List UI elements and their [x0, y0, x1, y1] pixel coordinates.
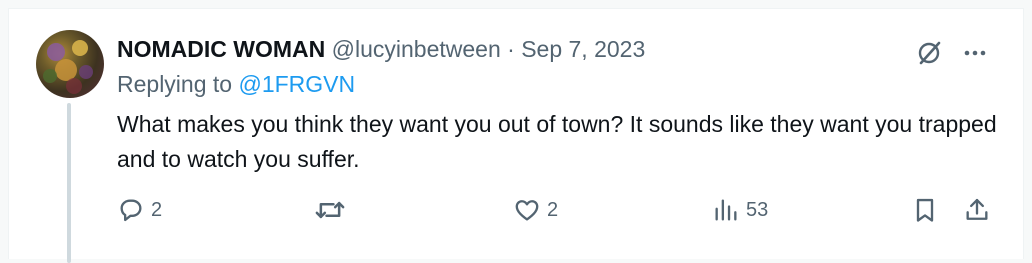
action-bar: 2 2 53: [9, 195, 1023, 225]
reply-count: 2: [151, 198, 163, 221]
separator-dot: ·: [507, 36, 515, 62]
tweet-card[interactable]: NOMADIC WOMAN @lucyinbetween · Sep 7, 20…: [8, 8, 1024, 263]
retweet-button[interactable]: [314, 195, 352, 225]
tweet-header: NOMADIC WOMAN @lucyinbetween · Sep 7, 20…: [117, 35, 645, 63]
display-name[interactable]: NOMADIC WOMAN: [117, 36, 325, 62]
replying-to-prefix: Replying to: [117, 71, 233, 97]
thread-line: [67, 103, 71, 263]
bookmark-button[interactable]: [911, 195, 939, 225]
reply-button[interactable]: 2: [117, 195, 162, 225]
tweet-date[interactable]: Sep 7, 2023: [521, 36, 645, 62]
replying-to-handle[interactable]: @1FRGVN: [238, 71, 355, 97]
speech-bubble-icon: [117, 196, 145, 224]
more-dots-icon[interactable]: [962, 39, 988, 72]
retweet-icon: [314, 196, 346, 224]
replying-to: Replying to @1FRGVN: [117, 70, 355, 98]
grok-slash-icon[interactable]: [915, 39, 943, 72]
views-count: 53: [746, 198, 769, 221]
avatar[interactable]: [36, 30, 104, 98]
like-button[interactable]: 2: [513, 195, 558, 225]
heart-icon: [513, 196, 541, 224]
bar-chart-icon: [712, 196, 740, 224]
like-count: 2: [547, 198, 559, 221]
views-button[interactable]: 53: [712, 195, 768, 225]
user-handle[interactable]: @lucyinbetween: [332, 36, 501, 62]
share-button[interactable]: [963, 195, 991, 225]
bookmark-icon: [911, 196, 939, 224]
share-upload-icon: [963, 196, 991, 224]
tweet-text: What makes you think they want you out o…: [117, 111, 997, 172]
